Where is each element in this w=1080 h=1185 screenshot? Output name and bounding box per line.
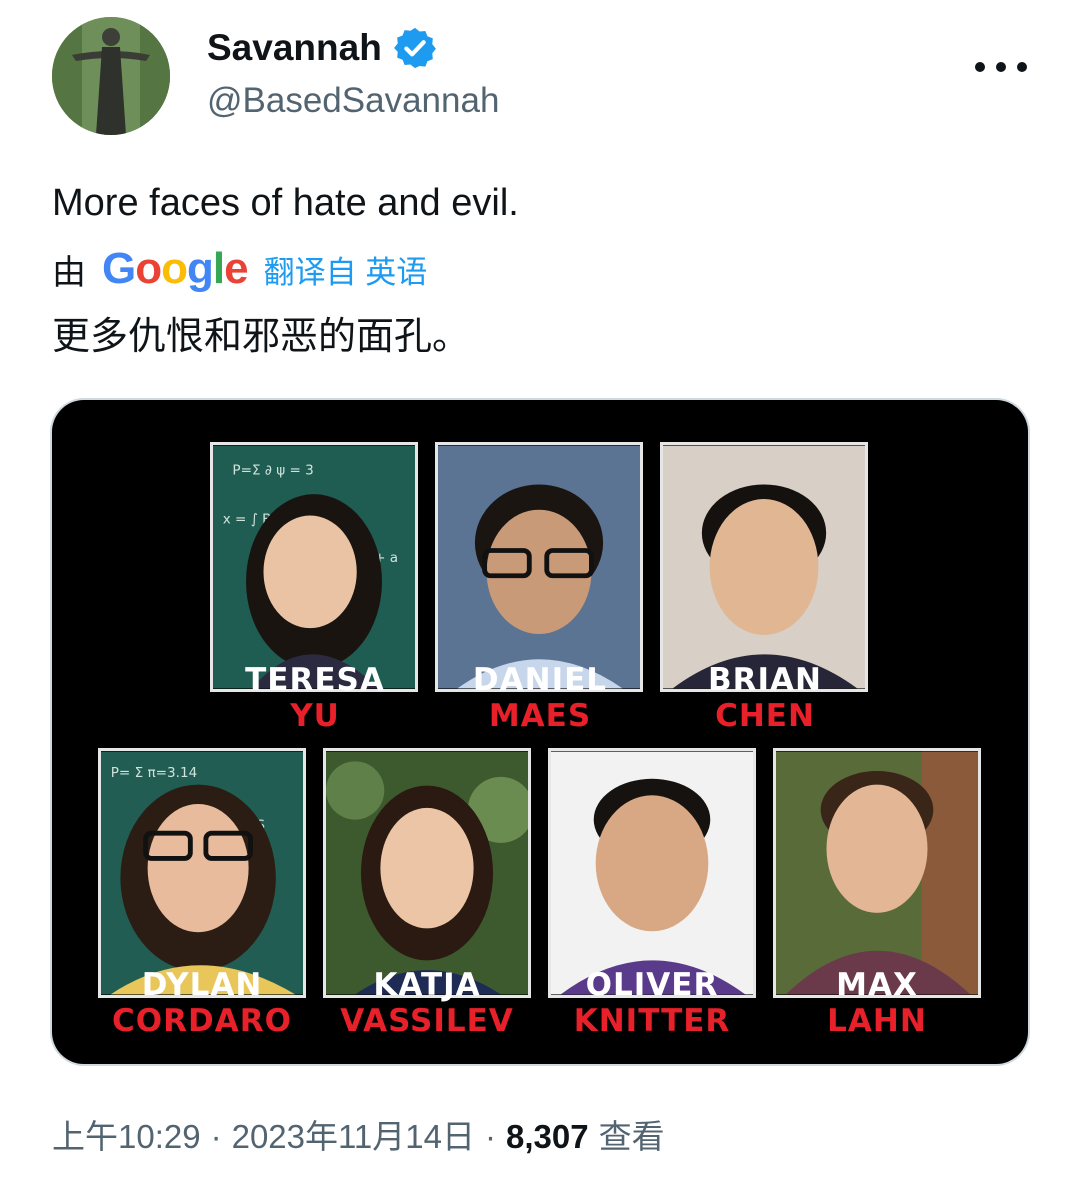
person-name-label: MAX LAHN — [757, 967, 997, 1039]
verified-badge-icon — [393, 27, 436, 69]
views-count: 8,307 — [505, 1118, 589, 1155]
person-name-label: TERESA YU — [195, 662, 435, 734]
author-name-row[interactable]: Savannah — [207, 25, 438, 71]
person-last-name: LAHN — [827, 1003, 927, 1039]
tweet-media-image[interactable]: P=Σ ∂ ψ = 3 x = ∫ B ħω + a P= Σ — [52, 400, 1028, 1064]
person-first-name: DANIEL — [472, 662, 608, 698]
person-photo — [323, 748, 531, 998]
tweet-text: More faces of hate and evil. — [52, 182, 519, 224]
person-first-name: OLIVER — [585, 967, 719, 1003]
person-photo-image — [663, 445, 865, 689]
person-last-name: CORDARO — [112, 1003, 292, 1039]
more-horizontal-icon[interactable] — [975, 55, 1027, 79]
person-photo: P= Σ π=3.14 S — [98, 748, 306, 998]
person-photo — [660, 442, 868, 692]
dot — [996, 62, 1006, 72]
meta-separator: · — [210, 1118, 222, 1155]
tweet-time[interactable]: 上午10:29 — [52, 1113, 201, 1161]
person-name-label: BRIAN CHEN — [645, 662, 885, 734]
person-photo-image — [438, 445, 640, 689]
person-photo — [435, 442, 643, 692]
person-name-label: OLIVER KNITTER — [532, 967, 772, 1039]
tweet-date[interactable]: 2023年11月14日 — [232, 1113, 475, 1161]
author-handle[interactable]: @BasedSavannah — [207, 80, 499, 122]
translated-by-label: 由 — [52, 253, 86, 292]
views-label: 查看 — [598, 1118, 665, 1155]
tweet-metadata: 上午10:29 · 2023年11月14日 · 8,307 查看 — [52, 1113, 665, 1161]
svg-text:P= Σ π=3.14: P= Σ π=3.14 — [111, 765, 198, 781]
dot — [975, 62, 985, 72]
person-photo — [548, 748, 756, 998]
meta-separator: · — [484, 1118, 496, 1155]
dot — [1017, 62, 1027, 72]
person-first-name: MAX — [836, 967, 918, 1003]
svg-text:P=Σ ∂ ψ = 3: P=Σ ∂ ψ = 3 — [232, 463, 313, 479]
person-name-label: DANIEL MAES — [420, 662, 660, 734]
statue-avatar-image — [52, 17, 170, 135]
person-last-name: CHEN — [715, 698, 815, 734]
person-last-name: YU — [290, 698, 340, 734]
person-first-name: DYLAN — [141, 967, 263, 1003]
person-name-label: KATJA VASSILEV — [307, 967, 547, 1039]
person-name-label: DYLAN CORDARO — [82, 967, 322, 1039]
person-photo-image — [776, 751, 978, 995]
person-photo: P=Σ ∂ ψ = 3 x = ∫ B ħω + a — [210, 442, 418, 692]
person-first-name: BRIAN — [708, 662, 822, 698]
person-photo — [773, 748, 981, 998]
person-photo-image: P= Σ π=3.14 S — [101, 751, 303, 995]
person-first-name: TERESA — [245, 662, 385, 698]
google-logo: Google — [102, 244, 249, 293]
author-avatar[interactable] — [52, 17, 170, 135]
person-last-name: MAES — [488, 698, 592, 734]
translation-attribution: 由 Google 翻译自 英语 — [52, 243, 427, 295]
person-last-name: VASSILEV — [340, 1003, 514, 1039]
author-name[interactable]: Savannah — [207, 26, 382, 70]
person-photo-image — [326, 751, 528, 995]
person-first-name: KATJA — [373, 967, 481, 1003]
translated-tweet-text: 更多仇恨和邪恶的面孔。 — [52, 314, 471, 358]
person-last-name: KNITTER — [573, 1003, 731, 1039]
translated-from-link[interactable]: 翻译自 英语 — [264, 247, 428, 292]
person-photo-image — [551, 751, 753, 995]
person-photo-image: P=Σ ∂ ψ = 3 x = ∫ B ħω + a — [213, 445, 415, 689]
